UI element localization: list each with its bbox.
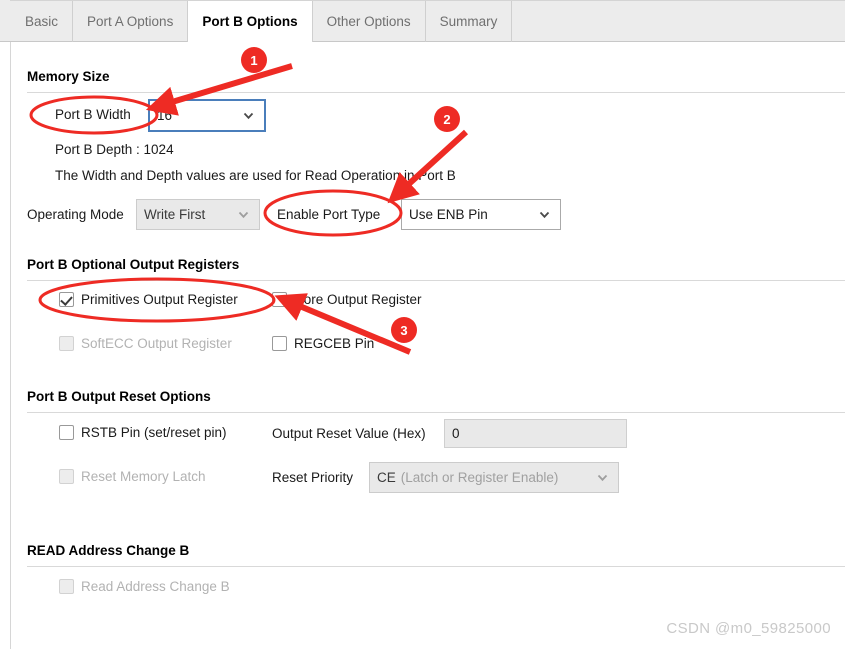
- chevron-down-icon: [242, 109, 255, 122]
- chevron-down-icon: [237, 208, 250, 221]
- reset-priority-dropdown[interactable]: CE (Latch or Register Enable): [369, 462, 619, 493]
- output-reset-options-section-rule: [27, 412, 845, 413]
- checkbox-box: [59, 579, 74, 594]
- checkbox-reset-memory-latch: Reset Memory Latch: [59, 469, 206, 484]
- operating-mode-value: Write First: [144, 207, 206, 222]
- enable-port-type-dropdown[interactable]: Use ENB Pin: [401, 199, 561, 230]
- width-depth-note: The Width and Depth values are used for …: [55, 168, 456, 183]
- panel-left-border: [10, 42, 11, 649]
- checkbox-label: SoftECC Output Register: [81, 336, 232, 351]
- checkbox-label: Read Address Change B: [81, 579, 230, 594]
- tab-basic[interactable]: Basic: [11, 1, 74, 42]
- tab-basic-label: Basic: [25, 14, 59, 29]
- port-b-width-value: 16: [157, 108, 173, 123]
- checkbox-softecc-output-register: SoftECC Output Register: [59, 336, 232, 351]
- output-reset-value-input[interactable]: 0: [444, 419, 627, 448]
- tab-list: Basic Port A Options Port B Options Othe…: [11, 1, 812, 42]
- checkbox-box[interactable]: [272, 336, 287, 351]
- output-reset-options-section-title: Port B Output Reset Options: [27, 389, 211, 404]
- reset-priority-label: Reset Priority: [272, 470, 354, 485]
- tab-bar: Basic Port A Options Port B Options Othe…: [0, 0, 845, 42]
- checkbox-regceb-pin[interactable]: REGCEB Pin: [272, 336, 374, 351]
- chevron-down-icon: [596, 471, 609, 484]
- checkbox-read-address-change-b: Read Address Change B: [59, 579, 230, 594]
- checkbox-box[interactable]: [272, 292, 287, 307]
- checkbox-box[interactable]: [59, 292, 74, 307]
- tab-bar-filler: [512, 1, 812, 42]
- checkbox-label: Reset Memory Latch: [81, 469, 206, 484]
- tab-port-b-options-label: Port B Options: [202, 14, 298, 29]
- operating-mode-dropdown[interactable]: Write First: [136, 199, 260, 230]
- tab-port-a-options[interactable]: Port A Options: [73, 1, 189, 42]
- tab-port-b-options[interactable]: Port B Options: [187, 1, 313, 42]
- enable-port-type-value: Use ENB Pin: [409, 207, 488, 222]
- checkbox-box: [59, 469, 74, 484]
- tab-summary-label: Summary: [439, 14, 498, 29]
- operating-mode-label: Operating Mode: [27, 207, 124, 222]
- tab-other-options[interactable]: Other Options: [313, 1, 426, 42]
- memory-size-section-rule: [27, 92, 845, 93]
- memory-size-section-title: Memory Size: [27, 69, 110, 84]
- read-address-change-section-rule: [27, 566, 845, 567]
- checkbox-core-output-register[interactable]: Core Output Register: [272, 292, 422, 307]
- enable-port-type-label: Enable Port Type: [277, 207, 381, 222]
- checkbox-label: RSTB Pin (set/reset pin): [81, 425, 227, 440]
- reset-priority-value-sub: (Latch or Register Enable): [400, 470, 559, 485]
- optional-output-registers-section-title: Port B Optional Output Registers: [27, 257, 240, 272]
- checkbox-label: Core Output Register: [294, 292, 422, 307]
- port-b-options-panel: Memory Size Port B Width 16 Port B Depth…: [0, 42, 845, 649]
- port-b-width-label: Port B Width: [55, 107, 131, 122]
- output-reset-value-text: 0: [452, 426, 460, 441]
- checkbox-rstb-pin[interactable]: RSTB Pin (set/reset pin): [59, 425, 227, 440]
- checkbox-primitives-output-register[interactable]: Primitives Output Register: [59, 292, 238, 307]
- tab-port-a-options-label: Port A Options: [87, 14, 174, 29]
- tab-summary[interactable]: Summary: [426, 1, 513, 42]
- output-reset-value-label: Output Reset Value (Hex): [272, 426, 426, 441]
- optional-output-registers-section-rule: [27, 280, 845, 281]
- checkbox-label: Primitives Output Register: [81, 292, 238, 307]
- tab-other-options-label: Other Options: [326, 14, 411, 29]
- read-address-change-section-title: READ Address Change B: [27, 543, 190, 558]
- checkbox-box[interactable]: [59, 425, 74, 440]
- checkbox-label: REGCEB Pin: [294, 336, 375, 351]
- reset-priority-value: CE: [377, 470, 396, 485]
- checkbox-box: [59, 336, 74, 351]
- chevron-down-icon: [538, 208, 551, 221]
- port-b-width-dropdown[interactable]: 16: [148, 99, 266, 132]
- port-b-depth-text: Port B Depth : 1024: [55, 142, 174, 157]
- watermark: CSDN @m0_59825000: [666, 620, 831, 637]
